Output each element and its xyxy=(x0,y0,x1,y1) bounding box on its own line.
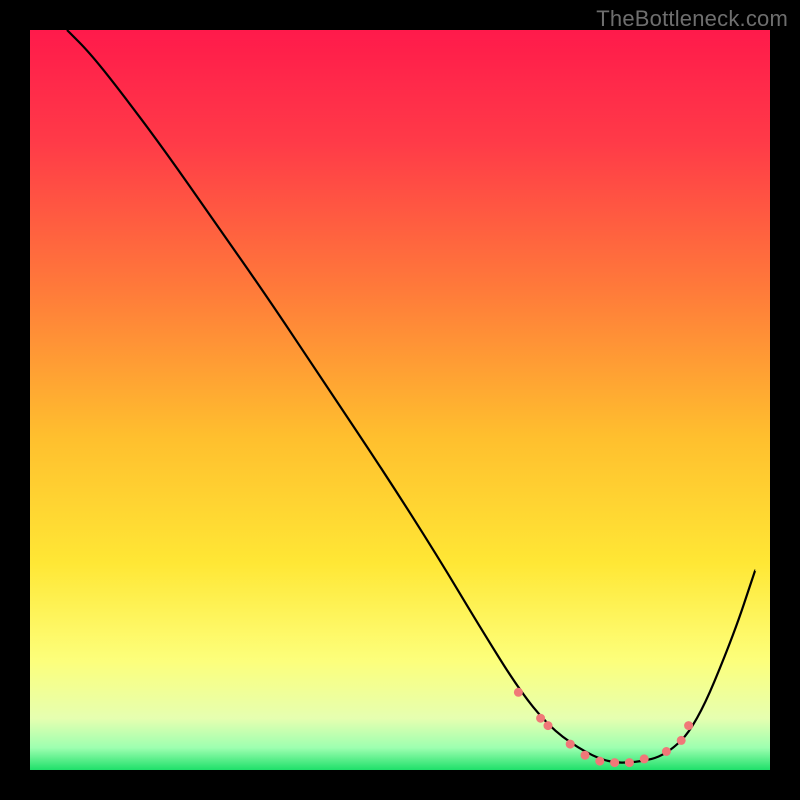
highlight-dot xyxy=(581,751,590,760)
highlight-dot xyxy=(514,688,523,697)
highlight-dot xyxy=(677,736,686,745)
watermark-text: TheBottleneck.com xyxy=(596,6,788,32)
highlight-dot xyxy=(544,721,553,730)
highlight-dot xyxy=(610,758,619,767)
chart-stage: TheBottleneck.com xyxy=(0,0,800,800)
highlight-dot xyxy=(640,754,649,763)
highlight-dot xyxy=(595,757,604,766)
chart-svg xyxy=(0,0,800,800)
plot-background xyxy=(30,30,770,770)
highlight-dot xyxy=(566,740,575,749)
highlight-dot xyxy=(625,758,634,767)
highlight-dot xyxy=(684,721,693,730)
highlight-dot xyxy=(662,747,671,756)
highlight-dot xyxy=(536,714,545,723)
